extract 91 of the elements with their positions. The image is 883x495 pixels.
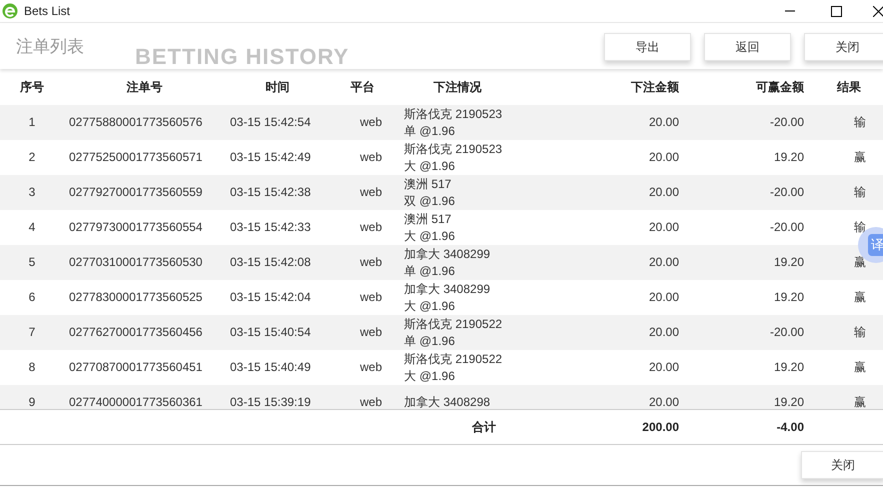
table-cell-text: 02775250001773560571 [68,149,204,166]
column-header: 下注金额 [630,78,680,96]
table-cell-text: 赢 [853,394,867,409]
column-header: 时间 [264,78,290,96]
table-cell-text: 输 [853,324,867,341]
table-cell-text: 4 [28,219,36,236]
table-cell-text: 7 [28,324,36,341]
table-cell-text: 03-15 15:40:54 [229,324,312,341]
page-title: 注单列表 [16,36,85,58]
table-cell-text: 02779730001773560554 [68,219,204,236]
close-button[interactable]: 关闭 [801,451,883,479]
table-cell-text: 9 [28,394,36,409]
table-cell-text: -20.00 [768,324,805,341]
table-cell-text: 03-15 15:39:19 [229,394,312,409]
table-cell-text: -20.00 [768,114,805,131]
table-cell-text: 19.20 [772,394,805,409]
table-cell-text: 澳洲 517 大 @1.96 [403,210,456,244]
window-title: Bets List [24,4,72,18]
app-logo-icon [2,3,18,19]
table-cell-text: 澳洲 517 双 @1.96 [403,176,456,210]
table-cell-text: 20.00 [648,219,680,236]
table-cell-text: -20.00 [768,219,805,236]
table-cell-text: 赢 [853,289,867,306]
table-cell-text: 02778300001773560525 [68,289,204,306]
table-cell-text: 2 [28,149,36,166]
table-cell-text: 1 [28,114,36,131]
table-cell-text: 19.20 [772,254,805,271]
table-cell-text: 19.20 [772,149,805,166]
table-cell-text: web [358,254,383,271]
table-cell-text: 20.00 [648,114,680,131]
table-cell-text: 斯洛伐克 2190523 大 @1.96 [403,140,504,174]
table-cell-text: web [358,359,383,376]
table-cell-text: 02774000001773560361 [68,394,204,409]
table-cell-text: 03-15 15:42:49 [229,149,312,166]
header-button[interactable]: 关闭 [804,33,883,61]
table-cell-text: 19.20 [772,289,805,306]
table-cell-text: 02775880001773560576 [68,114,204,131]
table-cell-text: 19.20 [772,359,805,376]
close-icon[interactable] [873,6,883,16]
header-button[interactable]: 返回 [704,33,791,61]
table-cell-text: web [358,394,383,409]
table-cell-text: 赢 [853,149,867,166]
table-cell-text: 加拿大 3408299 单 @1.96 [403,246,492,280]
column-header: 可赢金额 [755,78,805,96]
total-label: 合计 [471,418,497,436]
table-cell-text: 8 [28,359,36,376]
table-cell-text: 6 [28,289,36,306]
table-cell-text: 20.00 [648,289,680,306]
table-cell-text: 02779270001773560559 [68,184,204,201]
table-cell-text: 03-15 15:40:49 [229,359,312,376]
table-cell-text: web [358,289,383,306]
maximize-icon[interactable] [830,6,842,16]
header-button[interactable]: 导出 [604,33,691,61]
column-header: 平台 [350,78,376,96]
table-cell-text: web [358,219,383,236]
column-header: 结果 [836,78,862,96]
table-cell-text: 输 [853,114,867,131]
table-cell-text: 3 [28,184,36,201]
table-cell-text: 02770310001773560530 [68,254,204,271]
table-cell-text: 赢 [853,359,867,376]
table-cell-text: 02776270001773560456 [68,324,204,341]
table-cell-text: 斯洛伐克 2190522 大 @1.96 [403,350,504,384]
table-cell-text: 斯洛伐克 2190523 单 @1.96 [403,106,504,140]
table-cell-text: web [358,184,383,201]
column-header: 序号 [19,78,45,96]
total-win: -4.00 [776,420,805,434]
table-cell-text: -20.00 [768,184,805,201]
table-cell-text: 03-15 15:42:04 [229,289,312,306]
table-cell-text: 03-15 15:42:38 [229,184,312,201]
table-cell-text: 输 [853,184,867,201]
table-cell-text: 03-15 15:42:08 [229,254,312,271]
table-cell-text: 斯洛伐克 2190522 单 @1.96 [403,316,504,350]
table-cell-text: 5 [28,254,36,271]
table-cell-text: 20.00 [648,184,680,201]
table-cell-text: 20.00 [648,254,680,271]
table-cell-text: 03-15 15:42:33 [229,219,312,236]
table-cell-text: 20.00 [648,394,680,409]
table-cell-text: 02770870001773560451 [68,359,204,376]
page-subtitle: BETTING HISTORY [135,44,350,70]
table-cell-text: web [358,149,383,166]
table-cell-text: 20.00 [648,324,680,341]
table-cell-text: web [358,324,383,341]
table-cell-text: 20.00 [648,149,680,166]
table-cell-text: 加拿大 3408299 大 @1.96 [403,280,492,314]
table-cell-text: web [358,114,383,131]
table-cell-text: 03-15 15:42:54 [229,114,312,131]
column-header: 下注情况 [432,78,482,96]
total-stake: 200.00 [641,420,680,434]
table-cell-text: 加拿大 3408298 [403,394,492,409]
table-cell-text: 20.00 [648,359,680,376]
column-header: 注单号 [126,78,164,96]
